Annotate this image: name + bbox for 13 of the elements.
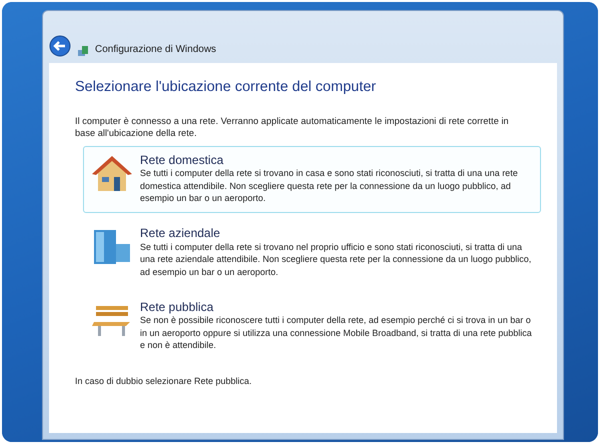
hint-text: In caso di dubbio selezionare Rete pubblica. (75, 374, 253, 388)
option-description: Se tutti i computer della rete si trovano in casa e sono stati riconosciuti, si tratta di una una rete domestica attendibile. Non scegliere questa rete per la connessione da un luogo pubblico, ad esempio un bar o un aeroporto. (140, 167, 519, 204)
back-button[interactable] (49, 35, 71, 57)
option-title: Rete aziendale (140, 226, 222, 241)
option-title: Rete pubblica (140, 300, 214, 314)
option-description: Se non è possibile riconoscere tutti i computer della rete, ad esempio perché ci si trova in un bar o in un aeroporto oppure si utilizza una connessione Mobile Broadband, si tratta di una rete pubblica e non è attendibile. (140, 314, 532, 352)
window-title: Configurazione di Windows (95, 43, 216, 57)
intro-text: Il computer è connesso a una rete. Verranno applicate automaticamente le impostazioni di rete corrette in base all'ubicazione della rete. (75, 114, 510, 140)
network-option[interactable] (83, 146, 541, 214)
option-title: Rete domestica (140, 152, 224, 168)
option-description: Se tutti i computer della rete si trovano nel proprio ufficio e sono stati riconosciuti, si tratta di una una rete aziendale attendibile. Non scegliere questa rete per la connessione da un luogo pubblico, ad esempio un bar o un aeroporto. (140, 240, 532, 278)
computer-icon (77, 45, 89, 57)
page-heading: Selezionare l'ubicazione corrente del computer (75, 78, 377, 97)
